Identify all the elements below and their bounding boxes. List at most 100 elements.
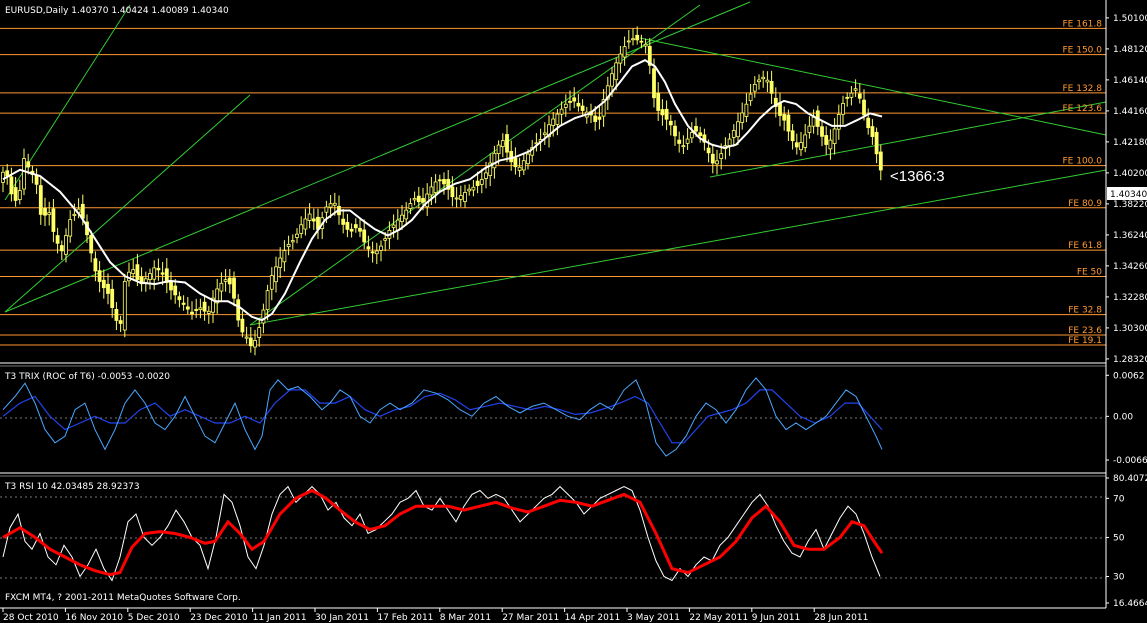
price-bar-body — [740, 112, 745, 123]
y-tick-label: 50 — [1113, 533, 1125, 543]
price-bar-body — [55, 235, 60, 244]
price-bar-body — [706, 147, 711, 154]
price-bar-body — [169, 280, 173, 291]
price-bar-body — [731, 130, 736, 138]
price-bar-body — [51, 208, 56, 232]
price-bar-body — [286, 243, 291, 248]
price-bar-body — [299, 224, 304, 234]
price-bar-body — [807, 125, 812, 133]
price-bar-body — [841, 103, 845, 115]
price-bar-body — [379, 245, 383, 251]
price-bar-body — [870, 126, 875, 137]
price-bar-body — [328, 203, 333, 208]
price-bar-body — [240, 318, 245, 333]
price-bar-body — [736, 121, 740, 138]
price-bar-body — [374, 250, 379, 255]
x-tick-label: 5 Dec 2010 — [128, 613, 180, 623]
price-bar-body — [437, 179, 442, 182]
price-bar-body — [866, 117, 871, 129]
price-bar-body — [450, 186, 455, 198]
price-bar-body — [5, 170, 10, 177]
price-bar-body — [269, 275, 274, 290]
price-bar-body — [635, 34, 640, 41]
price-bar-body — [358, 227, 362, 232]
price-bar-body — [572, 97, 577, 102]
y-tick-label: 1.38220 — [1113, 200, 1147, 210]
price-bar-body — [160, 272, 165, 275]
price-bar-body — [198, 307, 203, 311]
price-bar-body — [68, 219, 73, 237]
price-bar-body — [22, 158, 26, 190]
price-bar-body — [799, 142, 803, 151]
price-bar-body — [790, 130, 795, 142]
price-bar-body — [677, 139, 682, 144]
fib-level-label: FE 123.6 — [1063, 104, 1103, 114]
price-bar-body — [836, 114, 841, 130]
price-bar-body — [341, 218, 346, 225]
price-bar-body — [467, 188, 472, 192]
price-bar-body — [660, 109, 665, 116]
price-bar-body — [223, 279, 228, 282]
price-bar-body — [694, 125, 698, 132]
price-bar-body — [505, 134, 509, 153]
price-bar-body — [862, 99, 866, 116]
price-bar-body — [219, 282, 224, 292]
price-header: EURUSD,Daily 1.40370 1.40424 1.40089 1.4… — [5, 6, 229, 16]
price-bar-body — [148, 273, 152, 281]
price-bar-body — [568, 100, 572, 103]
price-bar-body — [551, 118, 556, 127]
price-bar-body — [282, 250, 287, 263]
price-bar-body — [366, 246, 371, 250]
price-bar-body — [433, 181, 438, 193]
current-price-label: 1.40340 — [1110, 190, 1147, 200]
fib-level-label: FE 19.1 — [1068, 336, 1102, 346]
price-bar-body — [698, 132, 703, 137]
price-bar-body — [509, 151, 514, 163]
price-bar-body — [715, 160, 719, 165]
x-tick-label: 22 May 2011 — [689, 613, 748, 623]
price-bar-body — [261, 309, 266, 324]
price-bar-body — [811, 116, 816, 127]
price-bar-body — [656, 92, 661, 111]
price-bar-body — [496, 144, 501, 155]
price-bar-body — [362, 229, 367, 243]
price-bar-body — [345, 221, 350, 230]
price-bar-body — [64, 235, 68, 255]
price-bar-body — [719, 153, 724, 159]
y-tick-label: 1.42180 — [1113, 138, 1147, 148]
x-tick-label: 16 Nov 2010 — [65, 613, 123, 623]
price-bar-body — [849, 92, 854, 98]
price-bar-body — [622, 46, 627, 58]
price-bar-body — [370, 251, 375, 254]
x-tick-label: 27 Mar 2011 — [502, 613, 559, 623]
price-bar-body — [542, 132, 547, 136]
price-annotation: <1366:3 — [890, 168, 945, 185]
price-bar-body — [408, 203, 413, 209]
fib-level-label: FE 161.8 — [1063, 19, 1103, 29]
price-bar-body — [400, 214, 404, 222]
price-bar-body — [324, 206, 329, 213]
price-bar-body — [114, 309, 119, 321]
price-bar-body — [236, 299, 241, 321]
price-bar-body — [181, 302, 186, 305]
price-bar-body — [429, 186, 434, 196]
y-tick-label: 1.50100 — [1113, 14, 1147, 24]
price-bar-body — [513, 157, 518, 168]
fib-level-label: FE 32.8 — [1068, 306, 1102, 316]
price-bar-body — [744, 103, 749, 117]
price-bar-body — [463, 192, 467, 202]
price-bar-body — [353, 224, 358, 229]
price-bar-body — [668, 120, 673, 126]
y-tick-label: 80.4072 — [1113, 474, 1147, 484]
price-bar-body — [442, 179, 446, 185]
price-bar-body — [832, 128, 837, 144]
price-bar-body — [454, 197, 459, 200]
price-bar-body — [685, 138, 690, 144]
price-bar-body — [593, 115, 598, 122]
price-bar-body — [156, 267, 161, 271]
price-bar-body — [59, 245, 64, 252]
price-bar-body — [484, 172, 488, 179]
price-bar-body — [26, 161, 31, 168]
price-bar-body — [874, 131, 879, 155]
price-bar-body — [190, 311, 194, 315]
